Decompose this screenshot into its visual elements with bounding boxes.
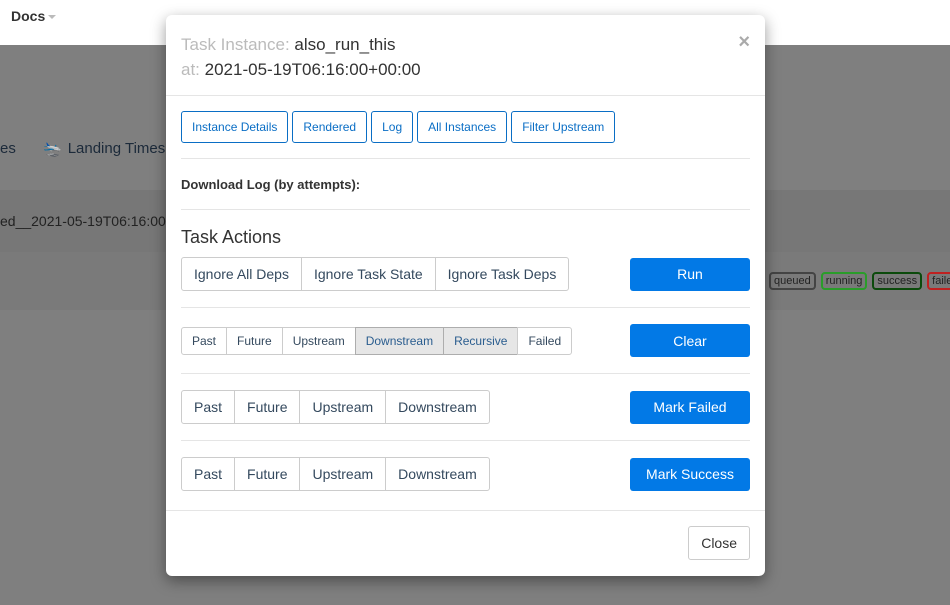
log-button[interactable]: Log <box>371 111 414 143</box>
mark-success-button[interactable]: Mark Success <box>630 457 750 491</box>
clear-past-toggle[interactable]: Past <box>181 326 228 355</box>
legend-success: success <box>872 272 923 290</box>
success-upstream-toggle[interactable]: Upstream <box>299 457 387 491</box>
failed-future-toggle[interactable]: Future <box>234 390 301 424</box>
success-past-toggle[interactable]: Past <box>181 457 236 491</box>
clear-upstream-toggle[interactable]: Upstream <box>281 326 356 355</box>
mark-failed-button[interactable]: Mark Failed <box>630 390 750 424</box>
failed-downstream-toggle[interactable]: Downstream <box>385 390 490 424</box>
modal-tabs: Instance Details Rendered Log All Instan… <box>181 111 750 159</box>
task-actions-title: Task Actions <box>181 227 282 247</box>
caret-down-icon <box>48 15 57 20</box>
docs-menu[interactable]: Docs <box>11 8 57 24</box>
modal-footer: Close <box>166 510 765 576</box>
legend-queued: queued <box>769 272 816 290</box>
state-legend: queued running success faile <box>769 272 950 290</box>
instance-details-button[interactable]: Instance Details <box>181 111 289 143</box>
close-icon[interactable]: × <box>738 31 750 54</box>
task-instance-modal: Task Instance: also_run_this at: 2021-05-… <box>166 15 765 576</box>
run-row: Ignore All Deps Ignore Task State Ignore… <box>181 257 750 308</box>
rendered-button[interactable]: Rendered <box>292 111 368 143</box>
failed-upstream-toggle[interactable]: Upstream <box>299 390 387 424</box>
failed-past-toggle[interactable]: Past <box>181 390 236 424</box>
ignore-task-state-toggle[interactable]: Ignore Task State <box>300 257 436 291</box>
legend-running: running <box>820 272 868 290</box>
download-log-label: Download Log (by attempts): <box>181 159 750 210</box>
clear-failed-toggle[interactable]: Failed <box>517 326 573 355</box>
clear-row: Past Future Upstream Downstream Recursiv… <box>181 324 750 374</box>
ignore-all-deps-toggle[interactable]: Ignore All Deps <box>181 257 302 291</box>
run-id-select[interactable]: ed__2021-05-19T06:16:00- <box>0 213 170 229</box>
clear-downstream-toggle[interactable]: Downstream <box>354 326 445 355</box>
clear-future-toggle[interactable]: Future <box>226 326 283 355</box>
all-instances-button[interactable]: All Instances <box>417 111 508 143</box>
run-button[interactable]: Run <box>630 257 750 291</box>
success-downstream-toggle[interactable]: Downstream <box>385 457 490 491</box>
legend-failed: faile <box>927 272 950 290</box>
plane-landing-icon: 🛬 <box>43 141 62 158</box>
modal-title: Task Instance: also_run_this at: 2021-05-… <box>181 35 421 79</box>
mark-success-row: Past Future Upstream Downstream Mark Suc… <box>181 457 750 507</box>
clear-button[interactable]: Clear <box>630 324 750 357</box>
success-future-toggle[interactable]: Future <box>234 457 301 491</box>
close-button[interactable]: Close <box>688 526 750 560</box>
ignore-task-deps-toggle[interactable]: Ignore Task Deps <box>434 257 570 291</box>
clear-recursive-toggle[interactable]: Recursive <box>443 326 519 355</box>
tab-landing-times[interactable]: 🛬 Landing Times <box>43 140 165 158</box>
tab-partial[interactable]: es <box>0 140 16 157</box>
modal-header: Task Instance: also_run_this at: 2021-05-… <box>166 15 765 96</box>
filter-upstream-button[interactable]: Filter Upstream <box>511 111 616 143</box>
mark-failed-row: Past Future Upstream Downstream Mark Fai… <box>181 390 750 441</box>
